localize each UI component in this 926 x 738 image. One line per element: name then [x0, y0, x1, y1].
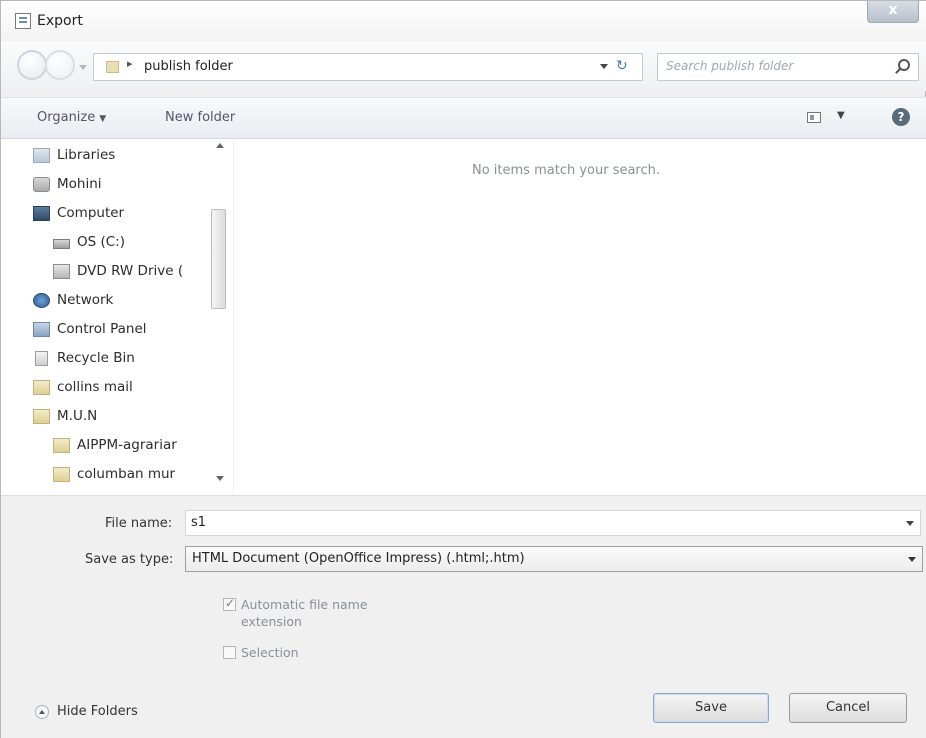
- recycle-bin-icon: [35, 351, 48, 366]
- search-input[interactable]: [666, 59, 886, 73]
- hide-folders-label: Hide Folders: [57, 704, 138, 719]
- save-as-type-label: Save as type:: [85, 552, 174, 567]
- nav-item-label: Control Panel: [57, 321, 147, 337]
- navigation-scrollbar[interactable]: [209, 139, 233, 495]
- scroll-up-icon[interactable]: [216, 143, 224, 148]
- organize-label: Organize: [37, 110, 96, 125]
- nav-item-label: collins mail: [57, 379, 133, 395]
- command-toolbar: Organize ▼ New folder ▼ ?: [1, 97, 926, 139]
- address-history-dropdown[interactable]: [600, 64, 608, 69]
- close-button[interactable]: x: [867, 1, 919, 23]
- nav-item-label: AIPPM-agrariar: [77, 437, 177, 453]
- file-name-input[interactable]: [191, 515, 881, 530]
- save-as-type-value: HTML Document (OpenOffice Impress) (.htm…: [192, 551, 525, 566]
- views-icon[interactable]: [807, 112, 821, 123]
- libraries-icon: [33, 148, 50, 163]
- automatic-extension-label-line2: extension: [241, 614, 302, 629]
- nav-item-label: M.U.N: [57, 408, 98, 424]
- nav-item-label: Libraries: [57, 147, 116, 163]
- selection-label: Selection: [241, 645, 299, 660]
- folder-icon: [106, 61, 119, 73]
- recent-locations-dropdown[interactable]: [79, 65, 87, 70]
- close-icon: x: [888, 2, 898, 18]
- file-name-dropdown-icon[interactable]: [906, 521, 914, 526]
- search-box[interactable]: [657, 53, 919, 81]
- automatic-extension-checkbox[interactable]: [223, 596, 236, 611]
- views-chevron-down-icon[interactable]: ▼: [837, 110, 845, 121]
- dialog-title: Export: [37, 13, 83, 29]
- dvd-drive-icon: [53, 264, 70, 279]
- title-bar: Export x: [1, 1, 926, 41]
- scroll-down-icon[interactable]: [216, 476, 224, 481]
- address-bar[interactable]: ▸ publish folder ↻: [93, 53, 643, 81]
- address-row: ▸ publish folder ↻: [1, 41, 926, 91]
- folder-icon: [53, 467, 70, 482]
- nav-item-label: Mohini: [57, 176, 102, 192]
- save-as-type-select[interactable]: HTML Document (OpenOffice Impress) (.htm…: [185, 546, 923, 572]
- selection-checkbox-row[interactable]: Selection: [223, 644, 343, 662]
- automatic-extension-label: Automatic file name extension: [241, 596, 368, 630]
- nav-item-label: Computer: [57, 205, 125, 221]
- chevron-down-icon: ▼: [99, 114, 107, 124]
- empty-results-message: No items match your search.: [472, 163, 661, 178]
- nav-item-label: Recycle Bin: [57, 350, 135, 366]
- folder-icon: [33, 380, 50, 395]
- file-name-label: File name:: [105, 516, 173, 531]
- selection-checkbox[interactable]: [223, 646, 236, 659]
- search-icon[interactable]: [898, 59, 910, 71]
- breadcrumb-current-folder[interactable]: publish folder: [144, 59, 233, 74]
- export-dialog: Export x ▸ publish folder ↻ Organize▼ Ne…: [0, 0, 926, 738]
- folder-icon: [33, 409, 50, 424]
- nav-item-label: Network: [57, 292, 114, 308]
- save-button[interactable]: Save: [653, 693, 769, 723]
- back-button[interactable]: [17, 50, 47, 80]
- user-icon: [33, 177, 50, 192]
- automatic-extension-label-line1: Automatic file name: [241, 597, 368, 612]
- collapse-arrow-icon: [35, 705, 49, 719]
- automatic-extension-checkbox-row[interactable]: Automatic file name extension: [223, 596, 423, 632]
- control-panel-icon: [33, 322, 50, 337]
- breadcrumb-chevron-icon[interactable]: ▸: [127, 57, 133, 70]
- nav-item-label: columban mur: [77, 466, 176, 482]
- scrollbar-thumb[interactable]: [211, 209, 226, 309]
- nav-item-label: DVD RW Drive (: [77, 263, 184, 279]
- nav-item-label: OS (C:): [77, 234, 125, 250]
- folder-icon: [53, 438, 70, 453]
- forward-button[interactable]: [45, 50, 75, 80]
- save-options-panel: File name: Save as type: HTML Document (…: [1, 495, 926, 738]
- organize-button[interactable]: Organize ▼: [37, 110, 106, 125]
- new-folder-button[interactable]: New folder: [165, 110, 235, 125]
- computer-icon: [33, 206, 50, 221]
- dialog-app-icon: [15, 13, 31, 29]
- drive-icon: [53, 239, 70, 249]
- cancel-button[interactable]: Cancel: [789, 693, 907, 723]
- navigation-pane: Libraries Mohini Computer OS (C:) DVD RW…: [1, 139, 233, 495]
- refresh-icon[interactable]: ↻: [616, 58, 628, 74]
- file-name-combobox[interactable]: [185, 510, 921, 536]
- network-icon: [33, 293, 50, 308]
- file-list-pane[interactable]: No items match your search.: [234, 139, 926, 495]
- chevron-down-icon[interactable]: [908, 557, 916, 562]
- help-icon[interactable]: ?: [892, 108, 910, 126]
